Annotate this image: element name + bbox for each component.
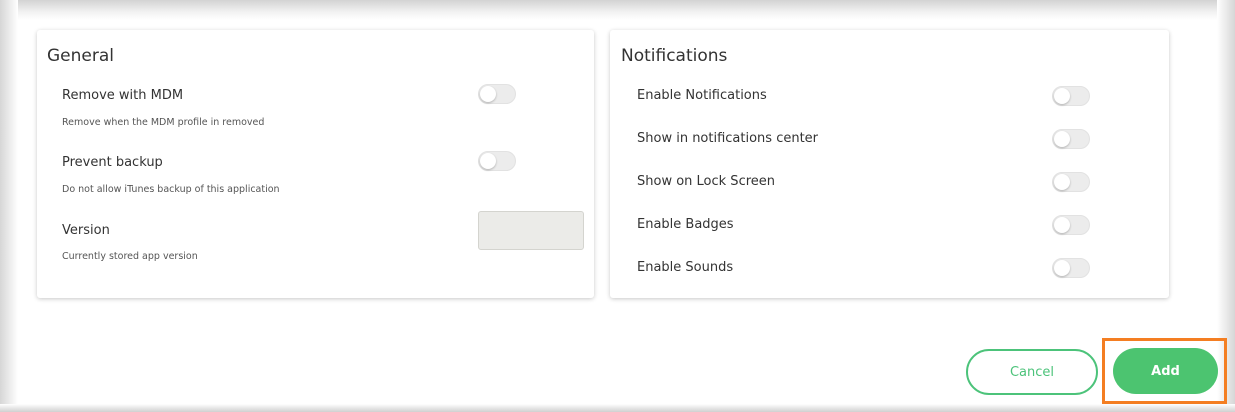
notification-item-label: Show on Lock Screen (637, 174, 776, 189)
show-on-lock-screen-toggle[interactable] (1052, 172, 1090, 192)
enable-badges-toggle[interactable] (1052, 215, 1090, 235)
version-description: Currently stored app version (62, 251, 198, 262)
version-label: Version (62, 223, 110, 238)
notification-item-label: Enable Notifications (637, 88, 767, 103)
add-button[interactable]: Add (1113, 348, 1218, 394)
prevent-backup-toggle[interactable] (478, 151, 516, 171)
toggle-knob (1054, 131, 1070, 147)
notifications-title: Notifications (621, 46, 728, 66)
notifications-card: Notifications Enable Notifications Show … (610, 30, 1169, 298)
toggle-knob (480, 86, 496, 102)
general-title: General (47, 46, 114, 66)
toggle-knob (1054, 88, 1070, 104)
notification-item-label: Enable Sounds (637, 260, 734, 275)
toggle-knob (1054, 174, 1070, 190)
remove-with-mdm-toggle[interactable] (478, 84, 516, 104)
general-card: General Remove with MDM Remove when the … (37, 30, 594, 298)
dialog-frame: General Remove with MDM Remove when the … (0, 0, 1235, 412)
add-button-highlight: Add (1102, 338, 1227, 404)
enable-notifications-toggle[interactable] (1052, 86, 1090, 106)
notification-item-label: Enable Badges (637, 217, 734, 232)
notification-item-label: Show in notifications center (637, 131, 819, 146)
toggle-knob (1054, 260, 1070, 276)
prevent-backup-label: Prevent backup (62, 155, 163, 170)
version-input[interactable] (478, 211, 584, 250)
toggle-knob (1054, 217, 1070, 233)
cancel-button[interactable]: Cancel (966, 349, 1098, 395)
prevent-backup-description: Do not allow iTunes backup of this appli… (62, 184, 280, 195)
remove-with-mdm-label: Remove with MDM (62, 88, 184, 103)
show-in-notifications-center-toggle[interactable] (1052, 129, 1090, 149)
remove-with-mdm-description: Remove when the MDM profile in removed (62, 117, 265, 128)
toggle-knob (480, 153, 496, 169)
frame-edge-left (0, 0, 18, 412)
enable-sounds-toggle[interactable] (1052, 258, 1090, 278)
